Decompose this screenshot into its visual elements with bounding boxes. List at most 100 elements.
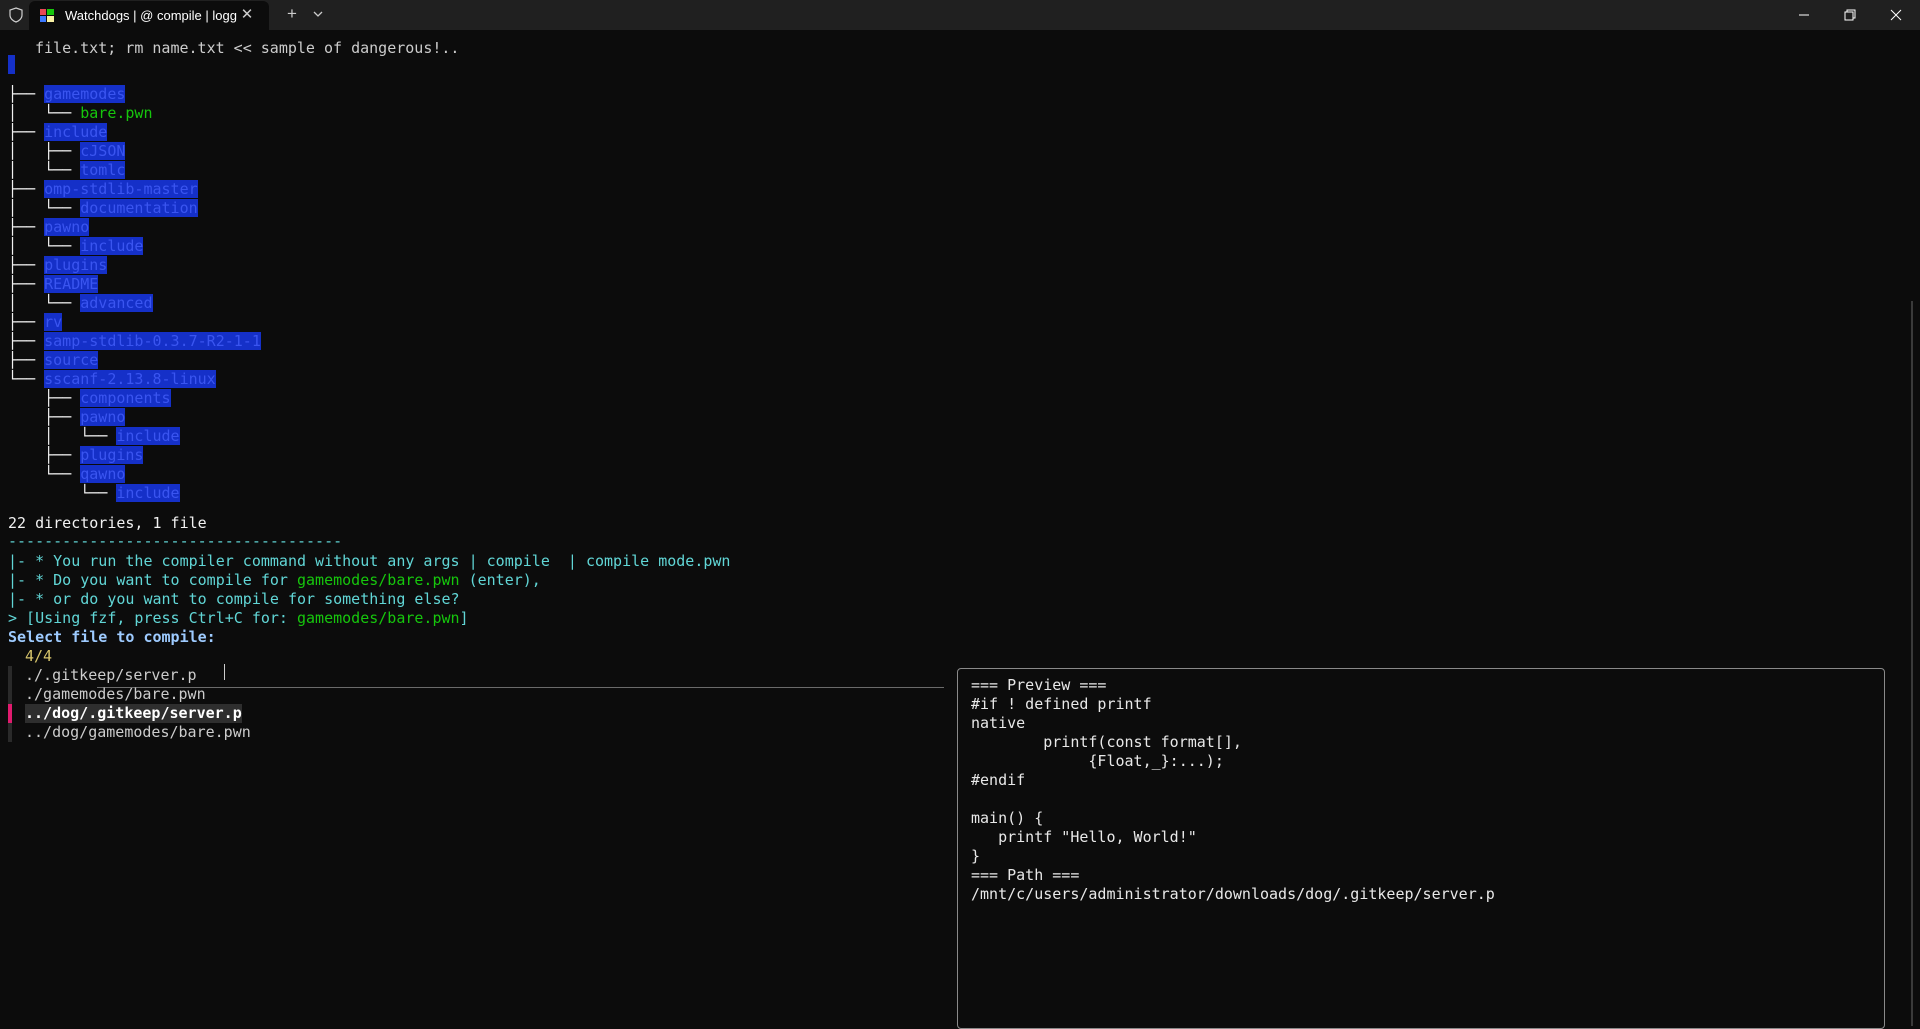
separator-line: ------------------------------------- [8, 532, 343, 550]
tree-branch: │ └── [8, 237, 81, 255]
tree-entry-name: include [80, 237, 144, 255]
tree-branch: └── [8, 370, 45, 388]
title-bar: Watchdogs | @ compile | logg ✕ + [0, 0, 1920, 30]
tree-summary: 22 directories, 1 file [8, 514, 207, 532]
tree-entry-name: advanced [80, 294, 153, 312]
scrollbar[interactable] [1911, 301, 1913, 1026]
tree-entry-name: tomlc [80, 161, 126, 179]
tree-entry-name: include [44, 123, 108, 141]
tree-entry-name: bare.pwn [80, 104, 153, 122]
tree-entry-name: plugins [44, 256, 108, 274]
new-tab-button[interactable]: + [282, 4, 302, 24]
tree-row: │ └── tomlc [8, 161, 126, 180]
tree-entry-name: plugins [80, 446, 144, 464]
tree-entry-name: source [44, 351, 99, 369]
tree-branch: ├── [8, 256, 45, 274]
preview-line: === Preview === [971, 676, 1107, 694]
tree-entry-name: rv [44, 313, 63, 331]
tree-entry-name: cJSON [80, 142, 126, 160]
terminal-cursor-block [8, 55, 15, 74]
tree-row: ├── rv [8, 313, 63, 332]
tree-row: │ └── include [8, 427, 180, 446]
tree-branch: ├── [8, 313, 45, 331]
tree-row: ├── plugins [8, 446, 144, 465]
message-something-else: |- * or do you want to compile for somet… [8, 590, 460, 608]
fzf-item[interactable]: ./gamemodes/bare.pwn [25, 685, 206, 704]
close-window-button[interactable] [1873, 0, 1919, 30]
tree-branch: ├── [8, 389, 81, 407]
chevron-down-icon[interactable] [312, 8, 324, 20]
tree-row: └── qawno [8, 465, 126, 484]
preview-line: } [971, 847, 981, 865]
tree-branch: ├── [8, 446, 81, 464]
compile-prompt: Select file to compile: [8, 628, 225, 646]
preview-line: /mnt/c/users/administrator/downloads/dog… [971, 885, 1495, 903]
tree-row: ├── plugins [8, 256, 108, 275]
minimize-button[interactable] [1781, 0, 1827, 30]
tree-branch: ├── [8, 180, 45, 198]
tree-branch: │ └── [8, 294, 81, 312]
tree-entry-name: components [80, 389, 171, 407]
close-tab-icon[interactable]: ✕ [237, 5, 257, 25]
preview-line: native [971, 714, 1026, 732]
tree-entry-name: documentation [80, 199, 198, 217]
preview-line: === Path === [971, 866, 1080, 884]
tree-entry-name: include [116, 484, 180, 502]
preview-pane: === Preview === #if ! defined printf nativ… [957, 668, 1885, 1029]
message-compile-for: |- * Do you want to compile for gamemode… [8, 571, 541, 589]
tree-row: ├── components [8, 389, 171, 408]
restore-button[interactable] [1827, 0, 1873, 30]
tree-entry-name: samp-stdlib-0.3.7-R2-1-1 [44, 332, 261, 350]
tree-entry-name: pawno [80, 408, 126, 426]
preview-line: #if ! defined printf [971, 695, 1152, 713]
tree-row: │ └── documentation [8, 199, 198, 218]
tree-row: ├── README [8, 275, 99, 294]
tree-entry-name: include [116, 427, 180, 445]
tree-row: └── include [8, 484, 180, 503]
preview-line: main() { [971, 809, 1044, 827]
tab-title: Watchdogs | @ compile | logg [65, 8, 237, 23]
fzf-item[interactable]: ./.gitkeep/server.p [25, 666, 197, 685]
tree-row: │ └── bare.pwn [8, 104, 153, 123]
tree-branch: │ ├── [8, 142, 81, 160]
tree-row: │ └── advanced [8, 294, 153, 313]
message-fzf-hint: > [Using fzf, press Ctrl+C for: gamemode… [8, 609, 469, 627]
tree-branch: │ └── [8, 427, 117, 445]
tree-branch: │ └── [8, 104, 81, 122]
fzf-item[interactable]: ../dog/gamemodes/bare.pwn [25, 723, 251, 742]
terminal-output[interactable]: file.txt; rm name.txt << sample of dange… [0, 30, 1920, 1029]
tree-branch: └── [8, 484, 117, 502]
terminal-app-icon [40, 9, 54, 22]
tree-branch: │ └── [8, 199, 81, 217]
fzf-gutter [8, 704, 12, 723]
tree-branch: ├── [8, 85, 45, 103]
input-cursor [224, 664, 225, 680]
message-no-args: |- * You run the compiler command withou… [8, 552, 731, 570]
fzf-count: 4/4 [25, 647, 53, 665]
tree-row: ├── include [8, 123, 108, 142]
fzf-divider [97, 687, 944, 688]
tree-entry-name: gamemodes [44, 85, 126, 103]
tree-row: │ └── include [8, 237, 144, 256]
tree-entry-name: qawno [80, 465, 126, 483]
fzf-gutter [8, 723, 12, 742]
tree-entry-name: pawno [44, 218, 90, 236]
preview-line: printf "Hello, World!" [971, 828, 1197, 846]
tree-row: ├── pawno [8, 408, 126, 427]
terminal-tab[interactable]: Watchdogs | @ compile | logg ✕ [29, 1, 269, 30]
tree-row: ├── source [8, 351, 99, 370]
tree-row: ├── gamemodes [8, 85, 126, 104]
shield-icon[interactable] [8, 7, 24, 23]
tree-branch: │ └── [8, 161, 81, 179]
tree-entry-name: sscanf-2.13.8-linux [44, 370, 216, 388]
fzf-item[interactable]: ../dog/.gitkeep/server.p [25, 704, 242, 723]
tree-row: ├── samp-stdlib-0.3.7-R2-1-1 [8, 332, 261, 351]
tree-row: ├── pawno [8, 218, 90, 237]
tree-entry-name: omp-stdlib-master [44, 180, 198, 198]
fzf-gutter [8, 666, 12, 685]
tree-row: │ ├── cJSON [8, 142, 126, 161]
tree-branch: ├── [8, 275, 45, 293]
preview-line: {Float,_}:...); [971, 752, 1224, 770]
preview-line: #endif [971, 771, 1026, 789]
tree-branch: ├── [8, 332, 45, 350]
